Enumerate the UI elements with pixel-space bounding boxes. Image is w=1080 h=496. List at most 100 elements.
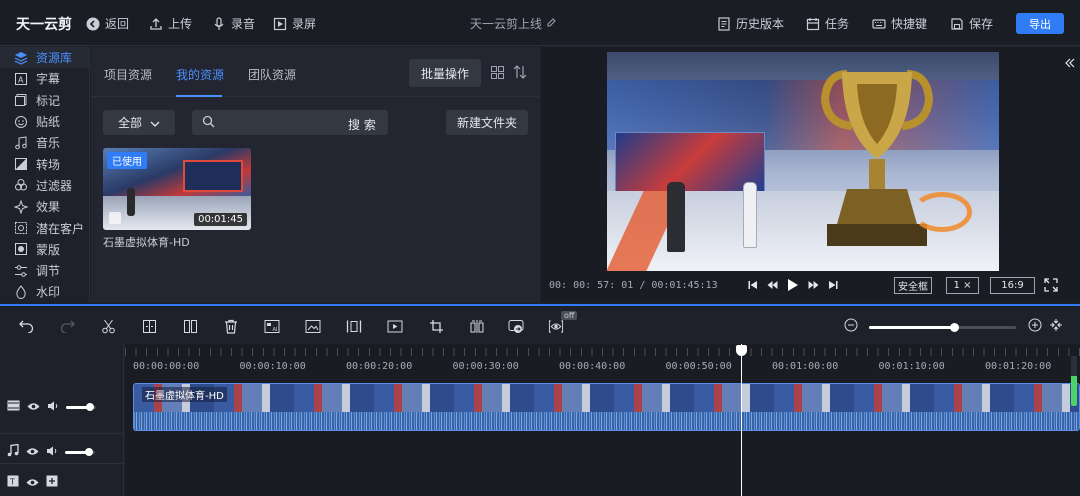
video-preview[interactable] <box>607 52 999 271</box>
sidebar-item-mask[interactable]: 蒙版 <box>0 239 89 260</box>
playback-clip-icon[interactable] <box>387 318 403 334</box>
watermark-icon <box>14 285 28 299</box>
back-button[interactable]: 返回 <box>86 15 129 32</box>
new-folder-button[interactable]: 新建文件夹 <box>446 110 528 135</box>
grid-view-icon[interactable] <box>491 66 504 82</box>
split-icon[interactable] <box>141 318 157 334</box>
ruler-tick-label: 00:00:30:00 <box>452 361 519 372</box>
ruler-tick-label: 00:01:20:00 <box>985 361 1052 372</box>
next-frame-icon[interactable] <box>808 280 819 293</box>
search-button[interactable]: 搜 索 <box>348 116 376 133</box>
history-button[interactable]: 历史版本 <box>717 15 784 32</box>
aspect-ratio-button[interactable]: 16:9 <box>990 277 1035 294</box>
zoom-slider[interactable] <box>869 323 1016 332</box>
sidebar-item-effects[interactable]: 效果 <box>0 196 89 217</box>
zoom-out-icon[interactable] <box>844 318 858 335</box>
audio-level-meter <box>1071 356 1077 406</box>
batch-operation-button[interactable]: 批量操作 <box>409 59 481 87</box>
tab-team-resources[interactable]: 团队资源 <box>248 66 296 83</box>
fit-timeline-icon[interactable] <box>1049 318 1063 335</box>
resource-item-name: 石墨虚拟体育-HD <box>103 236 190 249</box>
resource-tabs: 项目资源 我的资源 团队资源 批量操作 <box>91 47 540 97</box>
tab-my-resources[interactable]: 我的资源 <box>176 66 224 83</box>
add-track-icon[interactable] <box>46 475 58 490</box>
eye-icon[interactable] <box>26 476 39 490</box>
skip-end-icon[interactable] <box>828 280 838 293</box>
undo-icon[interactable] <box>18 318 34 334</box>
play-icon[interactable] <box>787 278 799 295</box>
sidebar-item-label: 效果 <box>36 200 61 215</box>
zoom-slider-knob[interactable] <box>950 323 960 332</box>
prev-frame-icon[interactable] <box>767 280 778 293</box>
replace-clip-icon[interactable] <box>508 318 524 334</box>
eye-icon[interactable] <box>26 445 39 459</box>
tab-project-resources[interactable]: 项目资源 <box>104 66 152 83</box>
resource-thumbnail[interactable]: 已使用 00:01:45 <box>103 148 251 230</box>
cut-icon[interactable] <box>100 318 116 334</box>
video-volume-slider[interactable] <box>66 402 96 411</box>
audio-track-header <box>0 443 124 460</box>
sidebar-item-stickers[interactable]: 贴纸 <box>0 111 89 132</box>
used-badge: 已使用 <box>107 152 147 169</box>
zoom-slider-fill <box>869 326 955 329</box>
tasks-button[interactable]: 任务 <box>806 15 849 32</box>
mirror-icon[interactable] <box>469 318 485 334</box>
project-name-text: 天一云剪上线 <box>470 17 543 31</box>
sidebar-item-marks[interactable]: 标记 <box>0 90 89 111</box>
ai-image-icon[interactable]: AI <box>264 318 280 334</box>
project-name[interactable]: 天一云剪上线 <box>470 15 557 32</box>
split-clip-icon[interactable] <box>182 318 198 334</box>
off-tag: off <box>561 311 578 320</box>
volume-icon[interactable] <box>47 400 59 414</box>
playhead-line[interactable] <box>741 344 742 496</box>
ruler-tick-label: 00:00:00:00 <box>133 361 200 372</box>
back-label: 返回 <box>105 17 130 31</box>
preview-toggle-icon[interactable] <box>548 318 564 334</box>
safe-frame-button[interactable]: 安全框 <box>894 277 932 294</box>
sidebar-item-label: 音乐 <box>36 136 61 151</box>
search-input[interactable] <box>222 113 332 132</box>
sidebar-item-label: 标记 <box>36 93 61 108</box>
sidebar-item-watermark[interactable]: 水印 <box>0 281 89 302</box>
time-ruler[interactable]: 00:00:00:00 00:00:10:00 00:00:20:00 00:00:3… <box>125 344 1080 380</box>
freeze-frame-icon[interactable] <box>346 318 362 334</box>
crop-icon[interactable] <box>428 318 444 334</box>
fullscreen-icon[interactable] <box>1044 278 1058 295</box>
sidebar-item-transitions[interactable]: 转场 <box>0 153 89 174</box>
sidebar-item-adjust[interactable]: 调节 <box>0 260 89 281</box>
playhead-handle[interactable] <box>736 345 747 356</box>
record-audio-button[interactable]: 录音 <box>212 15 255 32</box>
eye-icon[interactable] <box>27 400 40 414</box>
upload-button[interactable]: 上传 <box>149 15 192 32</box>
delete-icon[interactable] <box>223 318 239 334</box>
sidebar-item-leads[interactable]: 潜在客户 <box>0 217 89 238</box>
image-edit-icon[interactable] <box>305 318 321 334</box>
export-button[interactable]: 导出 <box>1016 13 1064 34</box>
collapse-panel-icon[interactable] <box>1065 57 1075 71</box>
video-track-icon <box>7 400 20 414</box>
edit-icon[interactable] <box>546 17 557 31</box>
sidebar-item-filters[interactable]: 过滤器 <box>0 175 89 196</box>
zoom-in-icon[interactable] <box>1028 318 1042 335</box>
save-button[interactable]: 保存 <box>950 15 993 32</box>
video-volume-knob[interactable] <box>86 402 94 411</box>
music-icon <box>14 136 28 150</box>
redo-icon[interactable] <box>59 318 75 334</box>
shortcuts-button[interactable]: 快捷键 <box>872 15 927 32</box>
sort-icon[interactable] <box>513 64 527 83</box>
volume-icon[interactable] <box>46 445 58 459</box>
svg-text:A: A <box>18 75 24 84</box>
ruler-tick-label: 00:00:10:00 <box>239 361 306 372</box>
resource-filter-select[interactable]: 全部 <box>103 110 175 135</box>
audio-volume-knob[interactable] <box>85 447 93 456</box>
audio-volume-slider[interactable] <box>65 447 95 456</box>
record-screen-button[interactable]: 录屏 <box>273 15 316 32</box>
skip-start-icon[interactable] <box>748 280 758 293</box>
sidebar-item-resource-library[interactable]: 资源库 <box>0 47 89 69</box>
speed-button[interactable]: 1 × <box>946 277 979 294</box>
timeline-area[interactable]: 00:00:00:00 00:00:10:00 00:00:20:00 00:00:3… <box>125 344 1080 496</box>
video-clip[interactable]: 石墨虚拟体育-HD <box>133 383 1080 431</box>
sidebar-item-music[interactable]: 音乐 <box>0 132 89 153</box>
sidebar-item-subtitles[interactable]: A 字幕 <box>0 68 89 89</box>
app-title: 天一云剪 <box>16 17 72 33</box>
